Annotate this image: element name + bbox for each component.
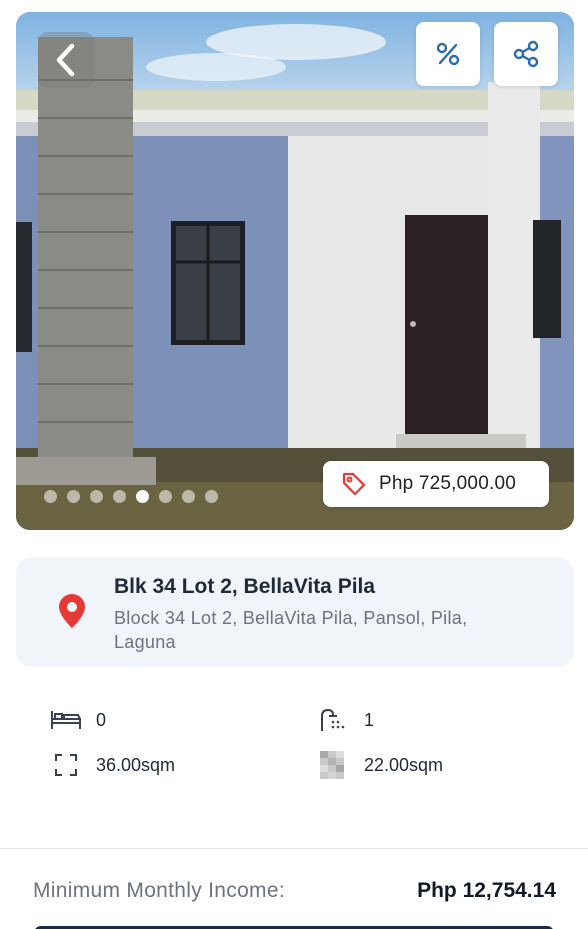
address-title: Blk 34 Lot 2, BellaVita Pila — [114, 575, 376, 598]
back-button[interactable] — [38, 32, 94, 88]
carousel-dot[interactable] — [159, 490, 172, 503]
floor-area-icon — [50, 751, 82, 779]
spec-bathrooms: 1 — [316, 706, 374, 734]
property-photo — [16, 12, 574, 530]
carousel-dot-active[interactable] — [136, 490, 149, 503]
chevron-left-icon — [56, 43, 75, 77]
discount-button[interactable] — [416, 22, 480, 86]
price-tag-icon — [342, 472, 366, 496]
minimum-income-label: Minimum Monthly Income: — [33, 879, 285, 902]
carousel-indicator — [44, 490, 218, 503]
carousel-dot[interactable] — [90, 490, 103, 503]
property-photo-carousel[interactable]: Php 725,000.00 — [16, 12, 574, 530]
share-icon — [513, 40, 539, 68]
spec-bedrooms: 0 — [50, 706, 106, 734]
bathrooms-value: 1 — [364, 709, 375, 730]
address-full: Block 34 Lot 2, BellaVita Pila, Pansol, … — [114, 608, 468, 652]
price-value: Php 725,000.00 — [379, 473, 516, 494]
spec-lot-area: 22.00sqm — [316, 751, 443, 779]
carousel-dot[interactable] — [182, 490, 195, 503]
location-pin-icon — [59, 594, 85, 628]
minimum-income-value: Php 12,754.14 — [417, 879, 556, 902]
carousel-dot[interactable] — [113, 490, 126, 503]
lot-area-icon — [316, 751, 348, 779]
floor-area-value: 36.00sqm — [96, 754, 176, 775]
spec-floor-area: 36.00sqm — [50, 751, 175, 779]
bed-icon — [50, 706, 82, 734]
bath-icon — [316, 706, 348, 734]
carousel-dot[interactable] — [44, 490, 57, 503]
bedrooms-value: 0 — [96, 709, 107, 730]
carousel-dot[interactable] — [205, 490, 218, 503]
carousel-dot[interactable] — [67, 490, 80, 503]
share-button[interactable] — [494, 22, 558, 86]
price-badge: Php 725,000.00 — [323, 461, 549, 507]
address-card[interactable]: Blk 34 Lot 2, BellaVita Pila Block 34 Lo… — [16, 557, 574, 667]
percent-icon — [436, 42, 460, 66]
section-divider — [0, 848, 588, 849]
lot-area-value: 22.00sqm — [364, 754, 444, 775]
